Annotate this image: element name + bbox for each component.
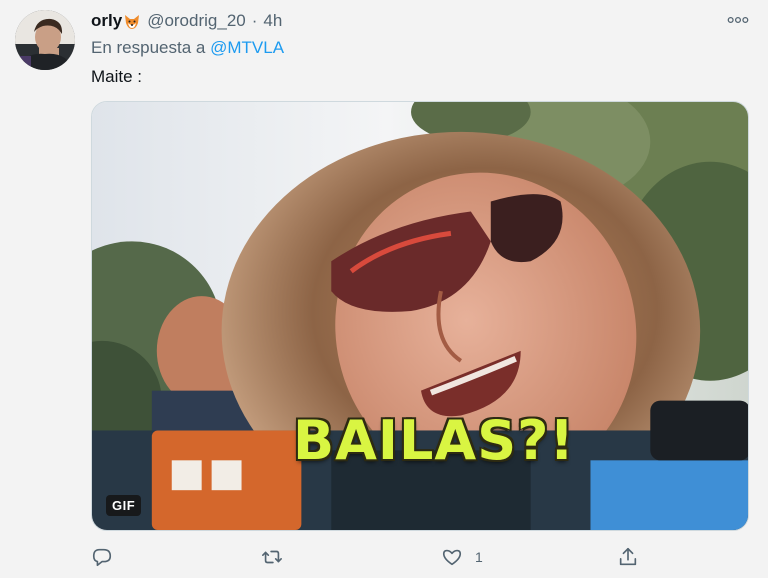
share-button[interactable]	[617, 545, 639, 569]
retweet-icon	[261, 546, 283, 568]
author-handle[interactable]: @orodrig_20	[147, 11, 246, 31]
gif-badge: GIF	[106, 495, 142, 516]
tweet-text: Maite :	[91, 67, 143, 86]
gif-caption: BAILAS?!	[292, 409, 576, 472]
retweet-button[interactable]	[261, 545, 283, 569]
timestamp[interactable]: 4h	[263, 11, 282, 31]
reply-bubble-icon	[91, 546, 113, 568]
heart-icon	[441, 546, 463, 568]
header-separator: ·	[251, 11, 258, 30]
like-button[interactable]: 1	[441, 545, 483, 569]
reply-context: En respuesta a @MTVLA	[91, 38, 284, 58]
author-name[interactable]: orly	[91, 11, 122, 31]
reply-mention-link[interactable]: @MTVLA	[210, 38, 284, 57]
reply-button[interactable]	[91, 545, 113, 569]
avatar-photo	[15, 10, 75, 70]
reply-prefix: En respuesta a	[91, 38, 206, 57]
tweet-actions: 1	[91, 545, 651, 569]
share-icon	[617, 546, 639, 568]
more-options-icon[interactable]	[726, 12, 750, 28]
tweet[interactable]: orly @orodrig_20 · 4h En respuesta a @MT…	[0, 0, 768, 578]
like-count: 1	[475, 549, 483, 565]
gif-media[interactable]: BAILAS?! GIF	[91, 101, 749, 531]
tweet-header: orly @orodrig_20 · 4h	[91, 10, 688, 32]
avatar[interactable]	[15, 10, 75, 70]
fox-face-icon	[123, 13, 141, 31]
